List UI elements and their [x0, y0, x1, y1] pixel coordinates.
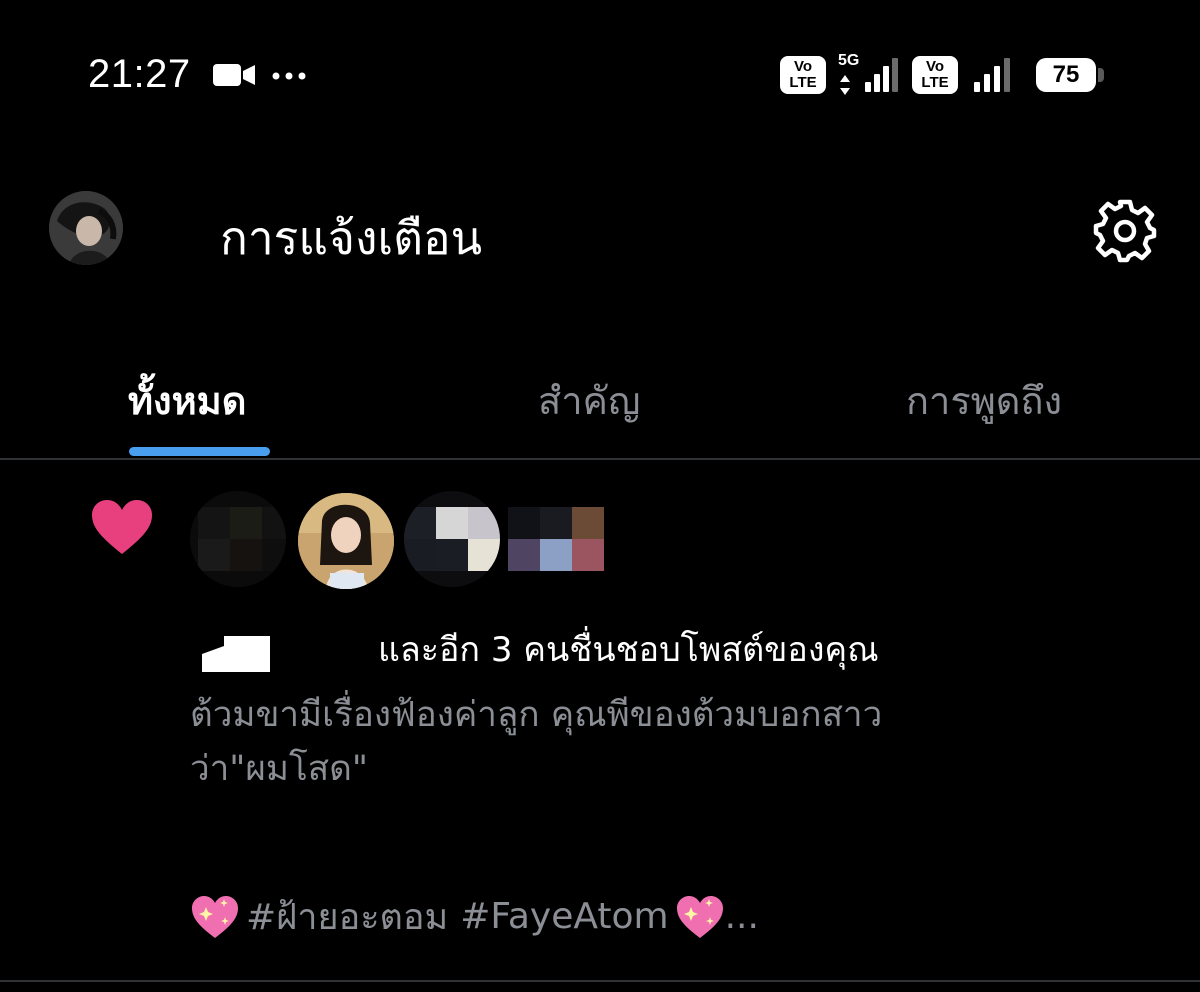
liker-avatar[interactable] [404, 491, 500, 587]
status-time: 21:27 [88, 52, 191, 96]
active-tab-indicator [129, 447, 270, 456]
more-dots-icon [272, 72, 306, 80]
redacted-pixels [572, 507, 604, 539]
battery-indicator: 75 [1036, 58, 1096, 92]
tab-important[interactable]: สำคัญ [538, 370, 640, 431]
liker-avatar[interactable] [190, 491, 286, 587]
gear-icon[interactable] [1090, 196, 1160, 266]
likes-summary: และอีก 3 คนชื่นชอบโพสต์ของคุณ [378, 630, 879, 670]
hashtag-link[interactable]: #FayeAtom [460, 896, 668, 937]
heart-icon [92, 500, 152, 554]
notification-item[interactable]: และอีก 3 คนชื่นชอบโพสต์ของคุณ ต้วมขามีเร… [0, 460, 1200, 980]
volte-badge-sim1: Vo LTE [780, 56, 826, 94]
liker-avatar[interactable] [296, 491, 396, 591]
notification-tabs: ทั้งหมด สำคัญ การพูดถึง [0, 340, 1200, 458]
page-title: การแจ้งเตือน [220, 211, 483, 265]
redacted-pixels [572, 539, 604, 571]
redacted-pixels [540, 539, 572, 571]
tab-all[interactable]: ทั้งหมด [128, 370, 246, 431]
battery-tip [1098, 68, 1104, 82]
volte-badge-sim2: Vo LTE [912, 56, 958, 94]
post-text-line: ว่า"ผมโสด" [190, 749, 368, 789]
data-arrows-icon [840, 75, 850, 95]
signal-strength-icon [865, 58, 898, 92]
hashtag-link[interactable]: #ฝ้ายอะตอม [246, 888, 448, 945]
header: การแจ้งเตือน [0, 150, 1200, 320]
post-preview: ต้วมขามีเรื่องฟ้องค่าลูก คุณพีของต้วมบอก… [190, 688, 1090, 796]
item-divider [0, 980, 1200, 982]
sparkling-heart-icon [676, 895, 723, 938]
post-hashtags: #ฝ้ายอะตอม #FayeAtom ... [190, 888, 759, 945]
redacted-pixels [508, 539, 540, 571]
redacted-pixels [508, 507, 540, 539]
signal-strength-icon [974, 58, 1010, 92]
status-bar: 21:27 Vo LTE 5G Vo LTE 75 [0, 0, 1200, 150]
redacted-username [200, 636, 272, 672]
redacted-pixels [540, 507, 572, 539]
post-text-line: ต้วมขามีเรื่องฟ้องค่าลูก คุณพีของต้วมบอก… [190, 695, 883, 735]
truncation-ellipsis: ... [724, 896, 759, 937]
tab-mentions[interactable]: การพูดถึง [906, 370, 1062, 431]
profile-avatar[interactable] [49, 191, 123, 265]
video-camera-icon [213, 64, 255, 86]
sparkling-heart-icon [192, 895, 238, 938]
